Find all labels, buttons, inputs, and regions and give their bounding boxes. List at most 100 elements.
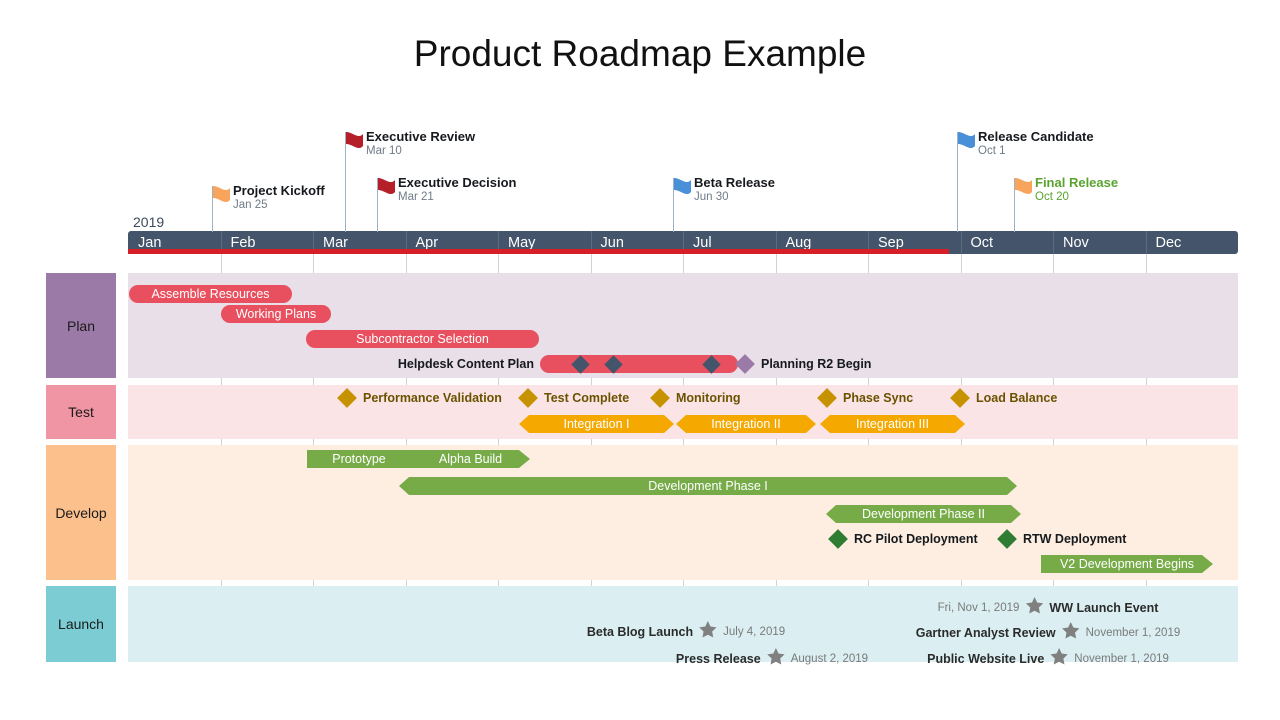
month-label: Nov [1063,234,1089,251]
star-milestone-left-text: Beta Blog Launch [586,625,694,639]
star-milestone-left-text: Public Website Live [927,652,1045,666]
task-bar-label: Helpdesk Content Plan [397,357,534,371]
task-bar[interactable]: Assemble Resources [129,285,292,303]
milestone-label: RC Pilot Deployment [854,532,978,546]
flag-banner-icon [958,132,975,151]
flag-name: Release Candidate [978,129,1094,144]
task-bar[interactable]: Helpdesk Content Plan [398,354,738,374]
flag-banner-icon [346,132,363,151]
month-divider [1053,231,1054,254]
milestone-diamond-item[interactable]: Phase Sync [817,388,914,408]
diamond-icon [735,354,755,374]
diamond-icon [997,529,1017,549]
flag-date: Mar 10 [366,145,402,157]
lane-label-plan[interactable]: Plan [46,273,116,378]
star-milestone-item[interactable]: Beta Blog Launch July 4, 2019 [587,621,785,643]
milestone-diamond-item[interactable]: RTW Deployment [997,529,1127,549]
task-bar[interactable]: Integration II [676,415,816,433]
milestone-diamond-item[interactable]: Test Complete [518,388,630,408]
milestone-label: Monitoring [676,391,741,405]
milestone-label: Performance Validation [363,391,502,405]
flag-banner-icon [1015,178,1032,197]
bar-diamond-marker [702,354,721,374]
star-icon [699,621,717,643]
flag-name: Executive Review [366,129,476,144]
task-bar-label: Development Phase II [862,507,985,521]
milestone-label: Test Complete [544,391,630,405]
task-bar[interactable]: Alpha Build [411,450,530,468]
flag-date: Mar 21 [398,191,434,203]
task-bar[interactable]: Integration I [519,415,674,433]
task-bar-label: Integration III [856,417,929,431]
diamond-icon [817,388,837,408]
timeline-month-nov[interactable]: Nov [1053,231,1146,254]
flag-name: Executive Decision [398,175,517,190]
timeline-month-oct[interactable]: Oct [960,231,1054,254]
star-milestone-right-text: July 4, 2019 [723,626,786,638]
star-milestone-item[interactable]: Press Release August 2, 2019 [676,648,868,670]
diamond-icon [828,529,848,549]
task-bar[interactable]: Prototype [307,450,411,468]
flag-date: Jun 30 [694,191,729,203]
timeline-progress-bar [128,249,950,254]
milestone-label: RTW Deployment [1023,532,1127,546]
month-divider [960,231,962,254]
lane-label-develop[interactable]: Develop [46,445,116,580]
task-bar-label: Working Plans [235,307,317,321]
diamond-icon [518,388,538,408]
milestone-diamond-item[interactable]: Planning R2 Begin [735,354,872,374]
task-bar[interactable]: Development Phase I [399,477,1017,495]
star-milestone-left-text: Gartner Analyst Review [915,626,1056,640]
diamond-icon [950,388,970,408]
milestone-label: Phase Sync [843,391,914,405]
lane-label-test[interactable]: Test [46,385,116,439]
lane-label-launch[interactable]: Launch [46,586,116,662]
flag-name: Project Kickoff [233,183,325,198]
task-bar[interactable]: Subcontractor Selection [306,330,539,348]
task-bar-label: Subcontractor Selection [356,332,489,346]
star-milestone-item[interactable]: Fri, Nov 1, 2019 WW Launch Event [937,597,1159,619]
star-milestone-right-text: August 2, 2019 [790,653,869,665]
flag-banner-icon [674,178,691,197]
task-bar[interactable]: Development Phase II [826,505,1021,523]
diamond-icon [337,388,357,408]
task-bar-label: Alpha Build [438,452,503,466]
task-bar-label: V2 Development Begins [1059,557,1195,571]
bar-diamond-marker [604,354,623,374]
task-bar[interactable]: Working Plans [221,305,331,323]
diamond-icon [650,388,670,408]
flag-banner-icon [378,178,395,197]
month-label: Dec [1155,234,1182,251]
milestone-diamond-item[interactable]: Monitoring [650,388,741,408]
milestone-diamond-item[interactable]: Load Balance [950,388,1058,408]
task-bar[interactable]: Integration III [820,415,965,433]
star-icon [1025,597,1044,619]
star-milestone-item[interactable]: Public Website Live November 1, 2019 [927,648,1169,670]
task-bar-label: Development Phase I [648,479,768,493]
task-bar-label: Assemble Resources [151,287,270,301]
flag-banner-icon [213,186,230,205]
task-bar[interactable]: V2 Development Begins [1041,555,1213,573]
flag-date: Oct 20 [1035,191,1069,203]
milestone-label: Load Balance [976,391,1058,405]
star-icon [767,648,785,670]
star-milestone-item[interactable]: Gartner Analyst Review November 1, 2019 [915,622,1181,644]
star-icon [1050,648,1068,670]
star-milestone-left-text: Fri, Nov 1, 2019 [937,602,1020,614]
star-milestone-right-text: WW Launch Event [1049,601,1159,615]
task-bar-label: Prototype [332,452,386,466]
star-milestone-right-text: November 1, 2019 [1074,653,1169,665]
milestone-diamond-item[interactable]: Performance Validation [337,388,502,408]
year-label: 2019 [133,214,165,230]
timeline-month-dec[interactable]: Dec [1145,231,1239,254]
flag-name: Beta Release [694,175,775,190]
star-milestone-left-text: Press Release [675,652,761,666]
flag-name: Final Release [1035,175,1119,190]
star-milestone-right-text: November 1, 2019 [1085,627,1181,639]
page-title: Product Roadmap Example [413,33,867,74]
bar-diamond-marker [571,354,590,374]
milestone-label: Planning R2 Begin [761,357,872,371]
flag-date: Oct 1 [978,145,1006,157]
flag-date: Jan 25 [233,199,268,211]
milestone-diamond-item[interactable]: RC Pilot Deployment [828,529,978,549]
